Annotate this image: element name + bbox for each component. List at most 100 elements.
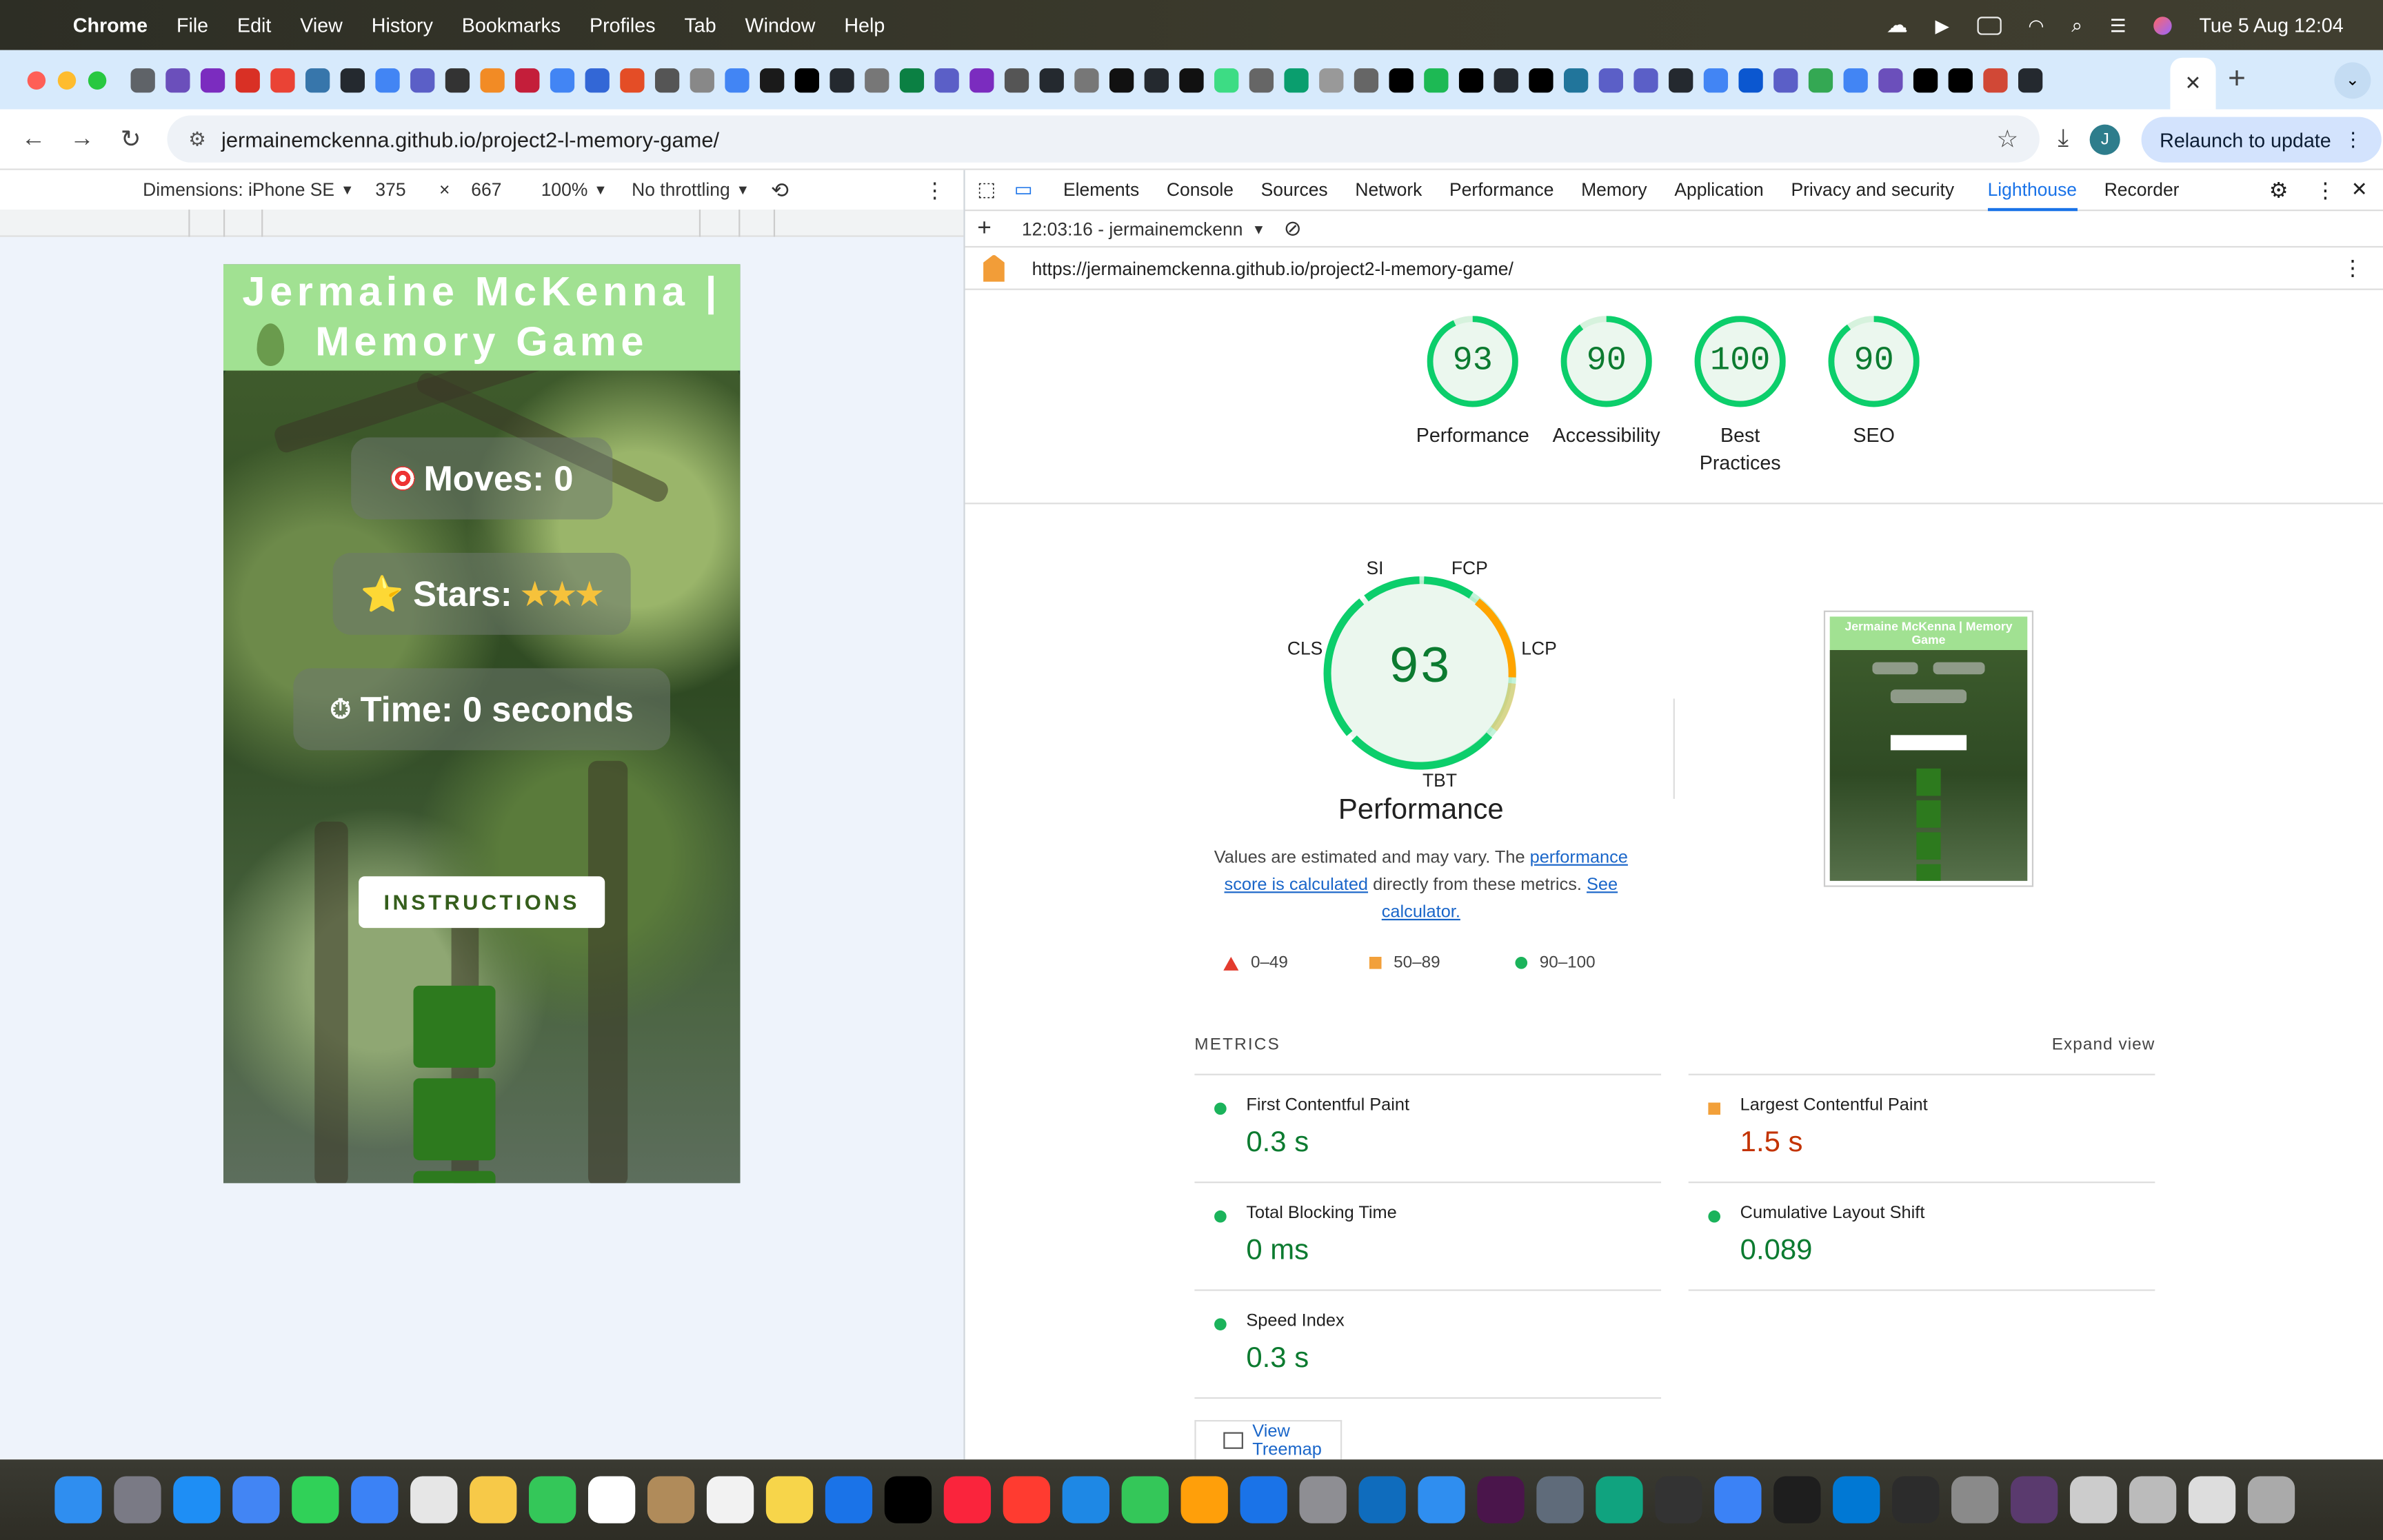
pinned-tab-favicon[interactable] — [1913, 68, 1938, 92]
profile-avatar[interactable]: J — [2089, 124, 2120, 155]
device-toolbar-more-icon[interactable]: ⋮ — [924, 177, 945, 203]
more-menu-icon[interactable]: ⋮ — [2343, 128, 2363, 152]
dock-app-icon[interactable] — [232, 1476, 280, 1523]
dock-app-icon[interactable] — [1773, 1476, 1821, 1523]
wifi-icon[interactable]: ◠ — [2028, 14, 2044, 36]
pinned-tab-favicon[interactable] — [1074, 68, 1099, 92]
dock-app-icon[interactable] — [1951, 1476, 1999, 1523]
pinned-tab-favicon[interactable] — [865, 68, 889, 92]
relaunch-button[interactable]: Relaunch to update ⋮ — [2141, 116, 2382, 163]
dock-app-icon[interactable] — [114, 1476, 161, 1523]
game-card[interactable] — [413, 985, 496, 1068]
pinned-tab-favicon[interactable] — [1598, 68, 1623, 92]
device-dimensions-select[interactable]: Dimensions: iPhone SE — [143, 179, 334, 201]
score-gauge[interactable]: 100 Best Practices — [1673, 316, 1807, 477]
chevron-down-icon[interactable]: ▼ — [736, 182, 750, 197]
dock-app-icon[interactable] — [410, 1476, 458, 1523]
dock-app-icon[interactable] — [2069, 1476, 2118, 1523]
pinned-tab-favicon[interactable] — [1109, 68, 1134, 92]
pinned-tab-favicon[interactable] — [899, 68, 925, 92]
pinned-tab-favicon[interactable] — [235, 68, 260, 92]
game-card[interactable] — [413, 1078, 496, 1161]
pinned-tab-favicon[interactable] — [1214, 68, 1239, 92]
pinned-tab-favicon[interactable] — [1564, 68, 1589, 92]
pinned-tab-favicon[interactable] — [1808, 68, 1833, 92]
dock-app-icon[interactable] — [706, 1476, 754, 1523]
dock-app-icon[interactable] — [1121, 1476, 1169, 1523]
dock-app-icon[interactable] — [1418, 1476, 1465, 1523]
pinned-tab-favicon[interactable] — [515, 68, 540, 92]
dock-app-icon[interactable] — [1003, 1476, 1051, 1523]
pinned-tab-favicon[interactable] — [410, 68, 435, 92]
tab-sources[interactable]: Sources — [1261, 179, 1328, 201]
pinned-tab-favicon[interactable] — [1738, 68, 1763, 92]
dock-app-icon[interactable] — [1714, 1476, 1762, 1523]
dock-app-icon[interactable] — [292, 1476, 339, 1523]
dock-app-icon[interactable] — [1833, 1476, 1880, 1523]
dock-app-icon[interactable] — [884, 1476, 932, 1523]
pinned-tab-favicon[interactable] — [1843, 68, 1868, 92]
dock-app-icon[interactable] — [1536, 1476, 1584, 1523]
pinned-tab-favicon[interactable] — [445, 68, 470, 92]
pinned-tab-favicon[interactable] — [725, 68, 750, 92]
back-icon[interactable]: ← — [18, 125, 48, 153]
menu-edit[interactable]: Edit — [237, 14, 271, 37]
close-window-icon[interactable] — [27, 70, 46, 89]
dock-app-icon[interactable] — [2011, 1476, 2058, 1523]
tab-performance[interactable]: Performance — [1449, 179, 1554, 201]
pinned-tab-favicon[interactable] — [620, 68, 645, 92]
play-icon[interactable]: ▶ — [1935, 14, 1949, 36]
pinned-tab-favicon[interactable] — [1179, 68, 1204, 92]
dock-app-icon[interactable] — [1358, 1476, 1406, 1523]
pinned-tab-favicon[interactable] — [1424, 68, 1449, 92]
new-tab-icon[interactable]: + — [2228, 62, 2246, 97]
pinned-tab-favicon[interactable] — [1389, 68, 1414, 92]
chevron-down-icon[interactable]: ▼ — [594, 182, 607, 197]
zoom-select[interactable]: 100% — [541, 179, 588, 201]
pinned-tab-favicon[interactable] — [1669, 68, 1693, 92]
pinned-tab-favicon[interactable] — [690, 68, 714, 92]
expand-view-button[interactable]: Expand view — [2052, 1036, 2155, 1054]
device-height-input[interactable]: 667 — [462, 176, 530, 204]
pinned-tab-favicon[interactable] — [550, 68, 575, 92]
dock-app-icon[interactable] — [1180, 1476, 1228, 1523]
new-report-icon[interactable]: + — [977, 215, 992, 243]
pinned-tab-favicon[interactable] — [969, 68, 994, 92]
score-gauge[interactable]: 93 Performance — [1406, 316, 1540, 477]
view-treemap-button[interactable]: View Treemap — [1194, 1419, 1343, 1460]
pinned-tab-favicon[interactable] — [1633, 68, 1658, 92]
menu-profiles[interactable]: Profiles — [590, 14, 656, 37]
rotate-icon[interactable]: ⟲ — [771, 177, 789, 203]
bookmark-star-icon[interactable]: ☆ — [1996, 125, 2018, 155]
final-screenshot[interactable]: Jermaine McKenna | Memory Game — [1823, 610, 2034, 887]
dock-app-icon[interactable] — [529, 1476, 576, 1523]
tab-lighthouse[interactable]: Lighthouse — [1987, 170, 2078, 211]
instructions-button[interactable]: INSTRUCTIONS — [359, 876, 605, 929]
pinned-tab-favicon[interactable] — [130, 68, 155, 92]
pinned-tab-favicon[interactable] — [200, 68, 225, 92]
dock-app-icon[interactable] — [943, 1476, 992, 1523]
dock-app-icon[interactable] — [1477, 1476, 1525, 1523]
pinned-tab-favicon[interactable] — [340, 68, 365, 92]
active-tab[interactable]: ✕ — [2170, 57, 2216, 110]
dock-app-icon[interactable] — [2129, 1476, 2177, 1523]
pinned-tab-favicon[interactable] — [794, 68, 820, 92]
pinned-tab-favicon[interactable] — [305, 68, 330, 92]
tab-application[interactable]: Application — [1674, 179, 1763, 201]
pinned-tab-favicon[interactable] — [585, 68, 610, 92]
pinned-tab-favicon[interactable] — [1773, 68, 1798, 92]
forward-icon[interactable]: → — [67, 125, 97, 153]
tab-privacy-security[interactable]: Privacy and security — [1791, 179, 1954, 201]
menu-file[interactable]: File — [177, 14, 208, 37]
minimize-window-icon[interactable] — [57, 70, 77, 89]
pinned-tab-favicon[interactable] — [1039, 68, 1064, 92]
download-icon[interactable]: ⤓ — [2058, 126, 2069, 154]
control-center-icon[interactable]: ☰ — [2110, 14, 2126, 36]
dock-app-icon[interactable] — [173, 1476, 221, 1523]
spotlight-search-icon[interactable]: ⌕ — [2071, 13, 2082, 37]
pinned-tab-favicon[interactable] — [1878, 68, 1903, 92]
dock-app-icon[interactable] — [54, 1476, 102, 1523]
dock-app-icon[interactable] — [2188, 1476, 2236, 1523]
dock-app-icon[interactable] — [1596, 1476, 1643, 1523]
dock-app-icon[interactable] — [587, 1476, 636, 1523]
